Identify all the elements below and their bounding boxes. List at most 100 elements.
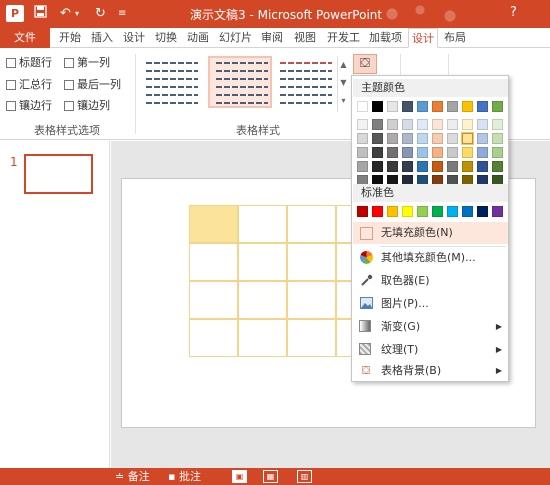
tab-file[interactable]: 文件 (0, 28, 50, 48)
theme-color-swatch[interactable] (372, 161, 383, 172)
theme-color-swatch[interactable] (492, 133, 503, 144)
checkbox-banded-rows[interactable]: 镶边行 (6, 99, 52, 113)
theme-color-swatch[interactable] (417, 101, 428, 112)
standard-color-swatch[interactable] (402, 206, 413, 217)
save-icon[interactable] (34, 5, 47, 23)
tab-table-design[interactable]: 设计 (408, 28, 438, 48)
checkbox-last-column[interactable]: 最后一列 (64, 78, 121, 92)
theme-color-swatch[interactable] (462, 133, 473, 144)
theme-color-swatch[interactable] (402, 161, 413, 172)
texture-item[interactable]: 纹理(T) ▶ (353, 339, 508, 361)
theme-color-swatch[interactable] (417, 147, 428, 158)
table-style-thumb-selected[interactable] (208, 56, 272, 108)
theme-color-swatch[interactable] (387, 101, 398, 112)
theme-color-swatch[interactable] (432, 161, 443, 172)
customize-qat-icon[interactable]: ≡ (118, 5, 126, 22)
tab-slideshow[interactable]: 幻灯片 (216, 28, 255, 48)
theme-color-swatch[interactable] (492, 147, 503, 158)
table-cell[interactable] (189, 319, 238, 357)
theme-color-swatch[interactable] (417, 161, 428, 172)
theme-color-swatch[interactable] (432, 133, 443, 144)
gallery-scroll[interactable]: ▲ ▼ ▾ (337, 56, 349, 112)
no-fill-item[interactable]: 无填充颜色(N) (353, 222, 508, 244)
standard-color-swatch[interactable] (462, 206, 473, 217)
comments-button[interactable]: ▪ 批注 (168, 469, 201, 484)
theme-color-swatch[interactable] (387, 133, 398, 144)
theme-color-swatch[interactable] (387, 119, 398, 130)
tab-insert[interactable]: 插入 (88, 28, 116, 48)
chevron-down-icon[interactable]: ▼ (338, 74, 349, 92)
theme-color-swatch[interactable] (372, 119, 383, 130)
tab-review[interactable]: 审阅 (258, 28, 286, 48)
table-cell[interactable] (238, 243, 287, 281)
checkbox-first-column[interactable]: 第一列 (64, 56, 110, 70)
slide-thumbnail[interactable] (24, 154, 93, 194)
theme-color-swatch[interactable] (432, 119, 443, 130)
reading-view-icon[interactable]: ▥ (297, 470, 312, 483)
help-button[interactable]: ? (510, 5, 517, 20)
checkbox-banded-columns[interactable]: 镶边列 (64, 99, 110, 113)
theme-color-swatch[interactable] (477, 133, 488, 144)
standard-color-swatch[interactable] (357, 206, 368, 217)
gallery-more-icon[interactable]: ▾ (338, 92, 349, 110)
theme-color-swatch[interactable] (372, 133, 383, 144)
theme-color-swatch[interactable] (462, 101, 473, 112)
theme-color-swatch[interactable] (492, 161, 503, 172)
theme-color-swatch[interactable] (402, 119, 413, 130)
theme-color-swatch[interactable] (357, 101, 368, 112)
theme-color-swatch[interactable] (417, 119, 428, 130)
theme-color-swatch[interactable] (372, 147, 383, 158)
checkbox-total-row[interactable]: 汇总行 (6, 78, 52, 92)
theme-color-swatch[interactable] (492, 119, 503, 130)
theme-color-swatch[interactable] (402, 133, 413, 144)
table-cell[interactable] (287, 205, 336, 243)
standard-color-swatch[interactable] (387, 206, 398, 217)
tab-view[interactable]: 视图 (291, 28, 319, 48)
eyedropper-item[interactable]: 取色器(E) (353, 270, 508, 292)
theme-color-swatch[interactable] (462, 119, 473, 130)
standard-color-swatch[interactable] (372, 206, 383, 217)
theme-color-swatch[interactable] (357, 119, 368, 130)
theme-color-swatch[interactable] (432, 101, 443, 112)
theme-color-swatch[interactable] (402, 101, 413, 112)
tab-animations[interactable]: 动画 (184, 28, 212, 48)
theme-color-swatch[interactable] (417, 133, 428, 144)
tab-transitions[interactable]: 切换 (152, 28, 180, 48)
table-cell[interactable] (287, 243, 336, 281)
notes-button[interactable]: ≐ 备注 (115, 469, 150, 484)
table-cell[interactable] (189, 281, 238, 319)
table-cell[interactable] (238, 281, 287, 319)
redo-icon[interactable]: ↻ (95, 5, 106, 22)
table-cell[interactable] (287, 281, 336, 319)
theme-color-swatch[interactable] (477, 119, 488, 130)
picture-fill-item[interactable]: 图片(P)... (353, 293, 508, 315)
theme-color-swatch[interactable] (387, 161, 398, 172)
checkbox-header-row[interactable]: 标题行 (6, 56, 52, 70)
table-style-thumb[interactable] (140, 56, 204, 108)
theme-color-swatch[interactable] (462, 161, 473, 172)
shading-button[interactable]: ⛋ (353, 54, 377, 74)
theme-color-swatch[interactable] (372, 101, 383, 112)
table-cell[interactable] (189, 243, 238, 281)
chevron-up-icon[interactable]: ▲ (338, 56, 349, 74)
theme-color-swatch[interactable] (447, 101, 458, 112)
theme-color-swatch[interactable] (462, 147, 473, 158)
theme-color-swatch[interactable] (357, 133, 368, 144)
slide-sorter-icon[interactable]: ▦ (263, 470, 278, 483)
theme-color-swatch[interactable] (387, 147, 398, 158)
table-cell[interactable] (238, 319, 287, 357)
theme-color-swatch[interactable] (492, 101, 503, 112)
theme-color-swatch[interactable] (447, 133, 458, 144)
theme-color-swatch[interactable] (477, 147, 488, 158)
theme-color-swatch[interactable] (432, 147, 443, 158)
standard-color-swatch[interactable] (432, 206, 443, 217)
theme-color-swatch[interactable] (477, 101, 488, 112)
table-cell[interactable] (238, 205, 287, 243)
standard-color-swatch[interactable] (447, 206, 458, 217)
tab-table-layout[interactable]: 布局 (441, 28, 469, 48)
theme-color-swatch[interactable] (357, 161, 368, 172)
undo-dropdown-icon[interactable]: ▾ (75, 5, 79, 22)
tab-addins[interactable]: 加载项 (366, 28, 405, 48)
table-style-thumb[interactable] (274, 56, 334, 108)
standard-color-swatch[interactable] (492, 206, 503, 217)
